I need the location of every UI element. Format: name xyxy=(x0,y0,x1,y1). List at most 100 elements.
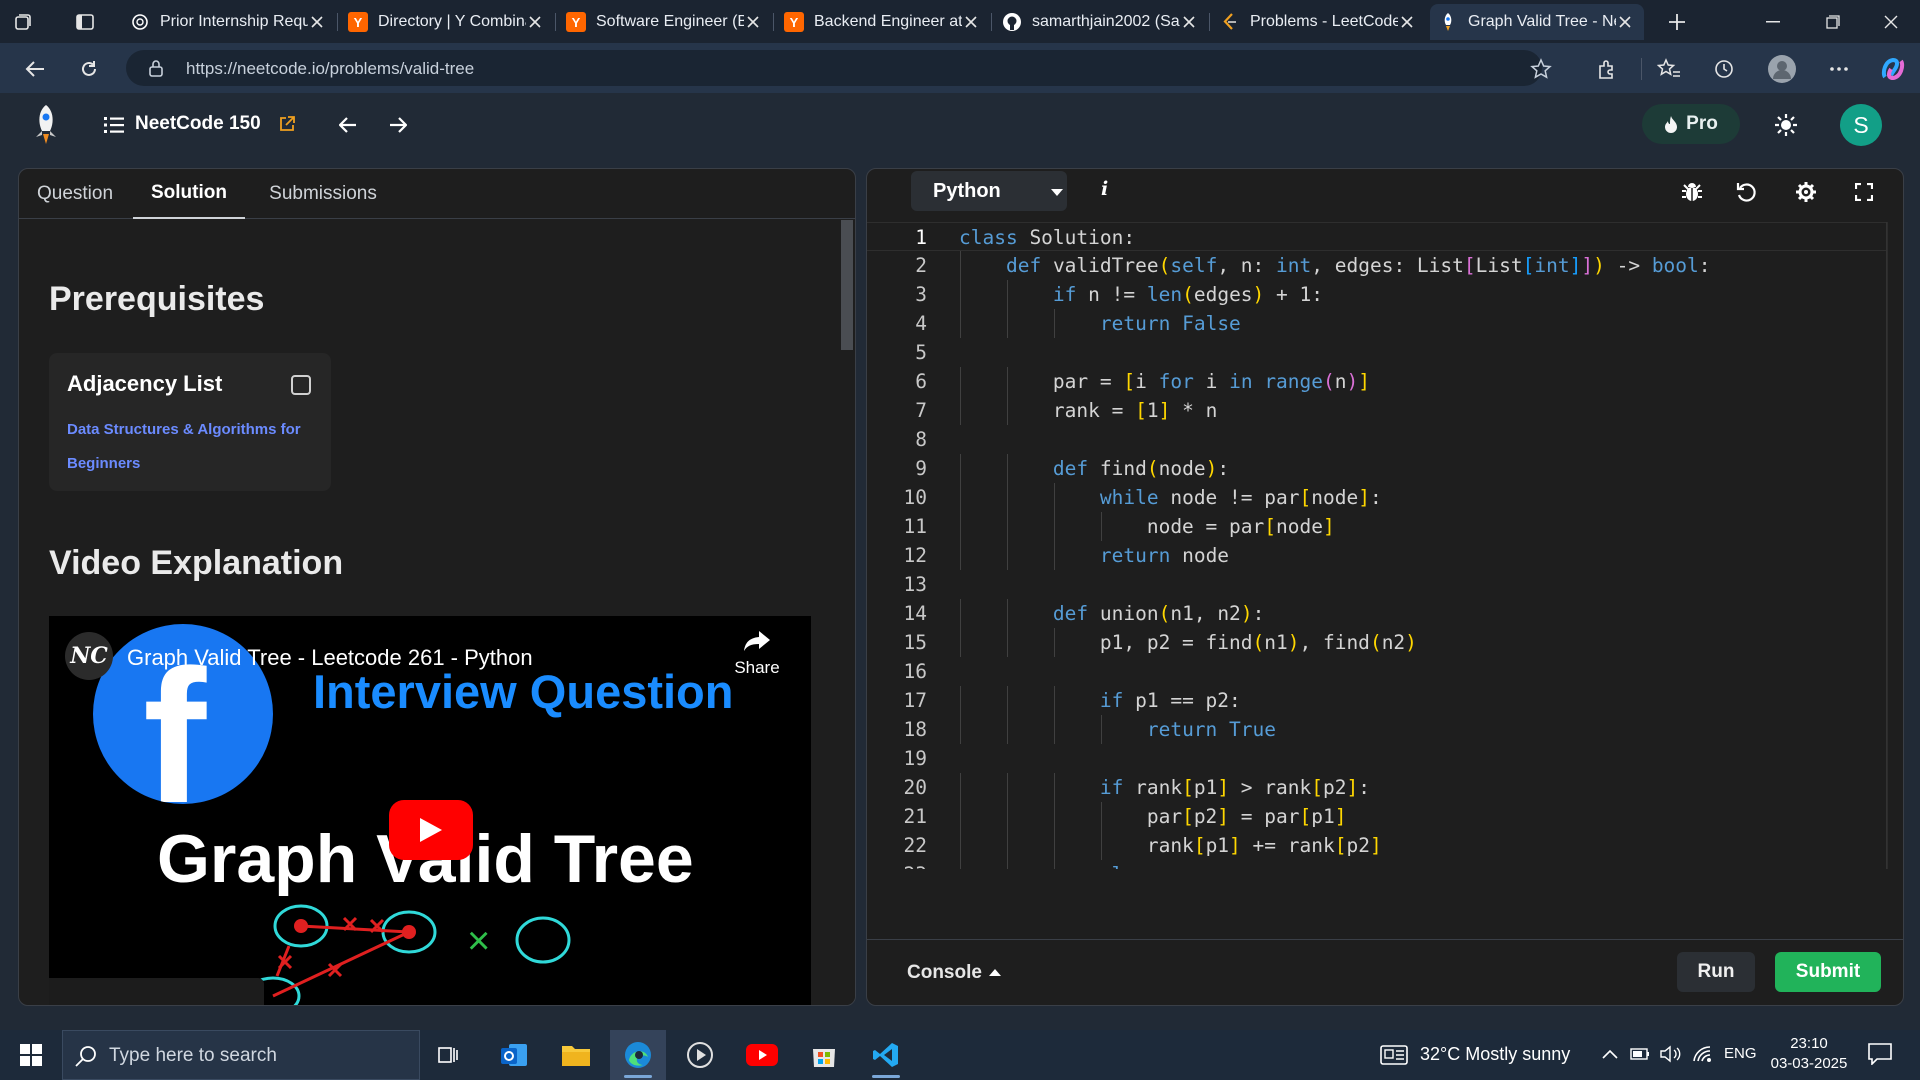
console-toggle[interactable]: Console xyxy=(907,962,982,984)
microsoft-store-icon[interactable] xyxy=(796,1030,852,1080)
editor-scrollbar[interactable] xyxy=(1887,222,1903,869)
course-title[interactable]: NeetCode 150 xyxy=(135,113,261,135)
code-line[interactable]: 11 node = par[node] xyxy=(867,512,1887,541)
code-line[interactable]: 4 return False xyxy=(867,309,1887,338)
windows-start-icon[interactable] xyxy=(0,1030,62,1080)
code-line[interactable]: 15 p1, p2 = find(n1), find(n2) xyxy=(867,628,1887,657)
close-tab-icon[interactable] xyxy=(526,13,544,31)
code-line[interactable]: 16 xyxy=(867,657,1887,686)
language-info-icon[interactable]: i xyxy=(1101,178,1108,200)
tab-submissions[interactable]: Submissions xyxy=(255,169,391,219)
restore-icon[interactable] xyxy=(1804,0,1862,43)
fullscreen-icon[interactable] xyxy=(1851,179,1877,205)
code-line[interactable]: 2 def validTree(self, n: int, edges: Lis… xyxy=(867,251,1887,280)
code-line[interactable]: 18 return True xyxy=(867,715,1887,744)
tab-solution[interactable]: Solution xyxy=(133,169,245,219)
user-avatar[interactable]: S xyxy=(1840,104,1882,146)
taskbar-search[interactable]: Type here to search xyxy=(62,1030,420,1080)
more-options-icon[interactable] xyxy=(1822,52,1856,86)
favorite-star-icon[interactable] xyxy=(1530,58,1552,80)
prerequisite-checkbox[interactable] xyxy=(291,375,311,395)
wifi-icon[interactable] xyxy=(1692,1045,1714,1063)
language-select[interactable]: Python xyxy=(911,171,1067,211)
panel-scrollbar[interactable] xyxy=(839,220,855,1005)
previous-problem-icon[interactable] xyxy=(337,114,359,136)
minimize-icon[interactable] xyxy=(1744,0,1802,43)
code-line[interactable]: 21 par[p2] = par[p1] xyxy=(867,802,1887,831)
list-icon[interactable] xyxy=(104,115,124,135)
task-view-icon[interactable] xyxy=(420,1030,476,1080)
reset-code-icon[interactable] xyxy=(1733,179,1759,205)
external-link-icon[interactable] xyxy=(278,115,296,133)
channel-avatar[interactable]: NC xyxy=(65,632,113,680)
browser-tab[interactable]: Y Directory | Y Combina xyxy=(340,4,554,40)
next-problem-icon[interactable] xyxy=(387,114,409,136)
new-tab-icon[interactable] xyxy=(1662,7,1692,37)
close-tab-icon[interactable] xyxy=(744,13,762,31)
code-line[interactable]: 19 xyxy=(867,744,1887,773)
caret-up-icon[interactable] xyxy=(989,969,1001,977)
browser-tab[interactable]: Y Software Engineer (Ba xyxy=(558,4,772,40)
code-line[interactable]: 6 par = [i for i in range(n)] xyxy=(867,367,1887,396)
back-icon[interactable] xyxy=(18,52,52,86)
theme-toggle-icon[interactable] xyxy=(1774,113,1798,137)
code-line[interactable]: 22 rank[p1] += rank[p2] xyxy=(867,831,1887,860)
favorites-icon[interactable] xyxy=(1652,52,1686,86)
code-line[interactable]: 5 xyxy=(867,338,1887,367)
code-line[interactable]: 20 if rank[p1] > rank[p2]: xyxy=(867,773,1887,802)
show-hidden-icons-icon[interactable] xyxy=(1602,1049,1618,1059)
code-line[interactable]: 17 if p1 == p2: xyxy=(867,686,1887,715)
code-editor[interactable]: 1 class Solution: 2 def validTree(self, n:… xyxy=(867,222,1887,869)
tab-question[interactable]: Question xyxy=(19,169,131,219)
input-language[interactable]: ENG xyxy=(1724,1045,1757,1062)
system-clock[interactable]: 23:10 03-03-2025 xyxy=(1768,1034,1850,1074)
address-field[interactable]: https://neetcode.io/problems/valid-tree xyxy=(126,50,1552,86)
prerequisite-course-link[interactable]: Data Structures & Algorithms for Beginne… xyxy=(67,413,317,481)
browser-tab[interactable]: Y Backend Engineer at xyxy=(776,4,990,40)
copilot-icon[interactable] xyxy=(1876,52,1910,86)
browser-tab[interactable]: samarthjain2002 (San xyxy=(994,4,1208,40)
outlook-icon[interactable] xyxy=(486,1030,542,1080)
close-tab-icon[interactable] xyxy=(308,13,326,31)
tab-actions-icon[interactable] xyxy=(70,7,100,37)
workspaces-icon[interactable] xyxy=(8,7,38,37)
scrollbar-thumb[interactable] xyxy=(841,220,853,350)
extensions-icon[interactable] xyxy=(1590,52,1624,86)
profile-avatar-icon[interactable] xyxy=(1765,52,1799,86)
volume-icon[interactable] xyxy=(1660,1045,1682,1063)
code-line[interactable]: 9 def find(node): xyxy=(867,454,1887,483)
lock-icon[interactable] xyxy=(148,59,164,77)
refresh-icon[interactable] xyxy=(72,52,106,86)
code-line[interactable]: 13 xyxy=(867,570,1887,599)
editor-settings-icon[interactable] xyxy=(1793,179,1819,205)
youtube-icon[interactable] xyxy=(734,1030,790,1080)
battery-icon[interactable] xyxy=(1630,1047,1650,1061)
watch-on-youtube-bar[interactable] xyxy=(49,978,264,1005)
browser-tab[interactable]: Problems - LeetCode xyxy=(1212,4,1426,40)
vscode-icon[interactable] xyxy=(858,1030,914,1080)
close-tab-icon[interactable] xyxy=(962,13,980,31)
close-tab-icon[interactable] xyxy=(1616,13,1634,31)
close-tab-icon[interactable] xyxy=(1398,13,1416,31)
pro-button[interactable]: Pro xyxy=(1642,104,1740,144)
notifications-icon[interactable] xyxy=(1868,1043,1892,1065)
share-button[interactable]: Share xyxy=(729,630,785,678)
weather-icon[interactable] xyxy=(1380,1045,1408,1065)
run-button[interactable]: Run xyxy=(1677,952,1755,992)
neetcode-logo[interactable] xyxy=(30,103,62,147)
close-tab-icon[interactable] xyxy=(1180,13,1198,31)
code-line[interactable]: 8 xyxy=(867,425,1887,454)
edge-browser-icon[interactable] xyxy=(610,1030,666,1080)
code-line[interactable]: 14 def union(n1, n2): xyxy=(867,599,1887,628)
prerequisite-card[interactable]: Adjacency List Data Structures & Algorit… xyxy=(49,353,331,491)
youtube-play-icon[interactable] xyxy=(389,800,473,860)
code-line[interactable]: 12 return node xyxy=(867,541,1887,570)
youtube-video-embed[interactable]: f Interview Question NC Graph Valid Tree… xyxy=(49,616,811,1005)
code-line[interactable]: 23 else: xyxy=(867,860,1887,869)
debug-bug-icon[interactable] xyxy=(1679,179,1705,205)
weather-text[interactable]: 32°C Mostly sunny xyxy=(1420,1044,1570,1065)
media-player-icon[interactable] xyxy=(672,1030,728,1080)
code-line[interactable]: 10 while node != par[node]: xyxy=(867,483,1887,512)
history-icon[interactable] xyxy=(1707,52,1741,86)
code-line[interactable]: 3 if n != len(edges) + 1: xyxy=(867,280,1887,309)
